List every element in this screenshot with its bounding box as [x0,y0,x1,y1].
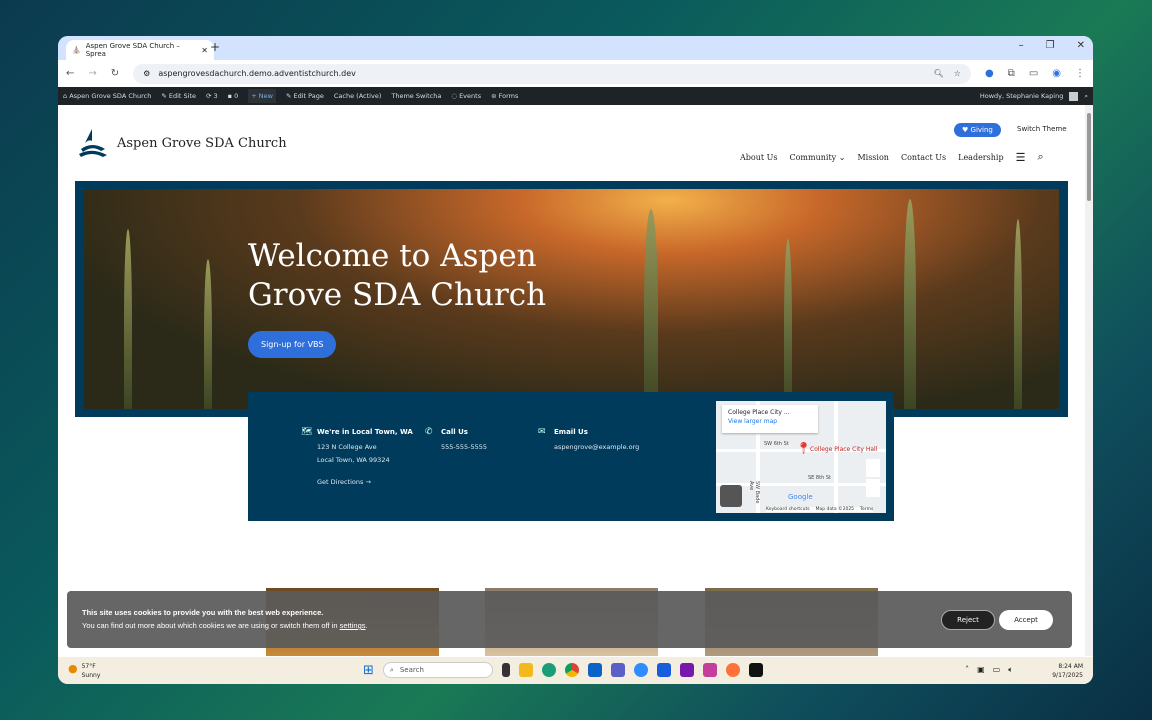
nav-leadership[interactable]: Leadership [958,153,1003,162]
page-content: Aspen Grove SDA Church ♥ Giving Switch T… [58,105,1093,656]
site-settings-icon[interactable]: ⚙ [143,69,150,78]
zoom-in-button[interactable]: + [866,459,880,477]
taskbar-search[interactable]: ⌕ Search [382,662,493,678]
site-logo[interactable]: Aspen Grove SDA Church [75,127,287,159]
teams-icon[interactable] [610,663,625,677]
zoom-icon[interactable]: 🔍︎ [934,69,944,78]
zoom-out-button[interactable]: − [866,479,880,497]
file-explorer-icon[interactable] [518,663,533,677]
close-window-button[interactable]: ✕ [1077,40,1085,51]
chevron-down-icon: ⌄ [838,152,846,162]
map-icon: 🗺︎ [301,427,313,437]
email-icon: ✉ [538,427,546,437]
firefox-icon[interactable] [725,663,740,677]
avatar [1069,91,1079,101]
cookie-banner: This site uses cookies to provide you wi… [67,591,1072,648]
reject-button[interactable]: Reject [941,610,995,630]
back-icon[interactable]: ← [66,68,74,79]
hero-banner: Welcome to Aspen Grove SDA Church Sign-u… [84,189,1059,409]
edge-icon[interactable] [541,663,556,677]
chevron-up-icon[interactable]: ˄ [965,665,969,675]
terminal-icon[interactable] [748,663,763,677]
admin-search-icon[interactable]: ⌕ [1084,92,1088,101]
theme-switcha-link[interactable]: Theme Switcha [391,92,441,100]
app-icon[interactable] [702,663,717,677]
google-map[interactable]: College Place City ... View larger map SW… [716,401,886,513]
close-tab-icon[interactable]: ✕ [201,46,208,55]
onenote-icon[interactable] [679,663,694,677]
howdy-user[interactable]: Howdy, Stephanie Kaping [980,92,1064,100]
nav-community[interactable]: Community ⌄ [789,153,845,162]
address-toolbar: ← → ↻ ⚙ aspengrovesdachurch.demo.adventistc… [58,60,1093,87]
cookie-settings-link[interactable]: settings [340,621,366,630]
sda-logo-icon [79,129,107,157]
extensions-icon[interactable]: ⧉ [1008,68,1015,79]
accept-button[interactable]: Accept [999,610,1053,630]
vbs-signup-button[interactable]: Sign-up for VBS [248,331,337,358]
nav-mission[interactable]: Mission [857,153,889,162]
nav-about-us[interactable]: About Us [740,153,777,162]
events-link[interactable]: ◌ Events [451,92,481,100]
email-link[interactable]: aspengrove@example.org [554,441,639,454]
get-directions-link[interactable]: Get Directions → [317,476,413,489]
edit-page-link[interactable]: ✎ Edit Page [286,92,324,100]
volume-icon[interactable]: 🔈︎ [1008,665,1013,675]
task-view-icon[interactable] [501,663,510,677]
outlook-icon[interactable] [587,663,602,677]
clock[interactable]: 8:24 AM 9/17/2025 [1052,662,1083,680]
contact-info-box: 🗺︎ We're in Local Town, WA 123 N College A… [248,392,894,521]
weather-widget[interactable]: ● 57°F Sunny [68,662,100,680]
reload-icon[interactable]: ↻ [111,68,119,79]
bookmark-star-icon[interactable]: ☆ [954,69,961,78]
restore-button[interactable]: ❐ [1046,40,1055,51]
system-tray[interactable]: ˄ ▣ ▭ 🔈︎ [965,665,1013,675]
updates-link[interactable]: ⟳ 3 [206,92,218,100]
wp-admin-bar: ⌂ Aspen Grove SDA Church ✎ Edit Site ⟳ 3… [58,87,1093,105]
cache-link[interactable]: Cache (Active) [334,92,381,100]
switch-theme-link[interactable]: Switch Theme [1017,125,1067,133]
phone-icon: ✆ [425,427,433,437]
arrow-right-icon: → [365,478,371,486]
browser-window: ⛪ Aspen Grove SDA Church – Sprea ✕ + – ❐ ✕ ←… [58,36,1093,684]
chrome-icon[interactable] [564,663,579,677]
view-larger-map-link[interactable]: View larger map [728,418,812,425]
satellite-toggle[interactable] [720,485,742,507]
nav-contact-us[interactable]: Contact Us [901,153,946,162]
search-icon: ⌕ [389,665,394,674]
tray-icon[interactable]: ▣ [977,665,985,675]
forward-icon[interactable]: → [88,68,96,79]
weather-sun-icon: ● [68,662,78,675]
forms-link[interactable]: ⊜ Forms [491,92,518,100]
network-icon[interactable]: ▭ [993,665,1001,675]
zoom-app-icon[interactable] [633,663,648,677]
address-bar[interactable]: ⚙ aspengrovesdachurch.demo.adventistchurc… [133,63,971,84]
search-icon[interactable]: ⌕ [1037,150,1043,164]
main-nav: About Us Community ⌄ Mission Contact Us … [740,150,1044,164]
browser-tab[interactable]: ⛪ Aspen Grove SDA Church – Sprea ✕ [66,40,214,60]
windows-taskbar: ● 57°F Sunny ⊞ ⌕ Search ˄ ▣ ▭ 🔈︎ 8:24 AM 9/17/2… [58,657,1093,684]
hamburger-menu-icon[interactable]: ☰ [1016,151,1026,164]
new-tab-button[interactable]: + [210,40,220,54]
bitwarden-icon[interactable] [656,663,671,677]
edit-site-link[interactable]: ✎ Edit Site [161,92,196,100]
tab-search-icon[interactable]: ▭ [1029,68,1038,79]
hero-title: Welcome to Aspen Grove SDA Church [248,238,547,313]
profile-icon[interactable]: ◉ [1052,68,1061,79]
map-place-card: College Place City ... View larger map [722,405,818,433]
extension-dot-icon[interactable]: ● [985,68,994,79]
church-logo-icon: ⛪ [72,46,81,54]
phone-link[interactable]: 555-555-5555 [441,441,487,454]
giving-button[interactable]: ♥ Giving [954,123,1001,137]
tab-bar: ⛪ Aspen Grove SDA Church – Sprea ✕ + – ❐ ✕ [58,36,1093,60]
page-scrollbar[interactable] [1085,105,1093,656]
menu-icon[interactable]: ⋮ [1075,68,1085,79]
comments-link[interactable]: ▪ 0 [228,92,239,100]
minimize-button[interactable]: – [1019,40,1024,51]
windows-start-icon[interactable]: ⊞ [363,663,374,678]
new-link[interactable]: + New [248,89,276,103]
admin-site-link[interactable]: ⌂ Aspen Grove SDA Church [63,92,151,100]
map-pin-icon: 📍︎ [796,441,812,455]
